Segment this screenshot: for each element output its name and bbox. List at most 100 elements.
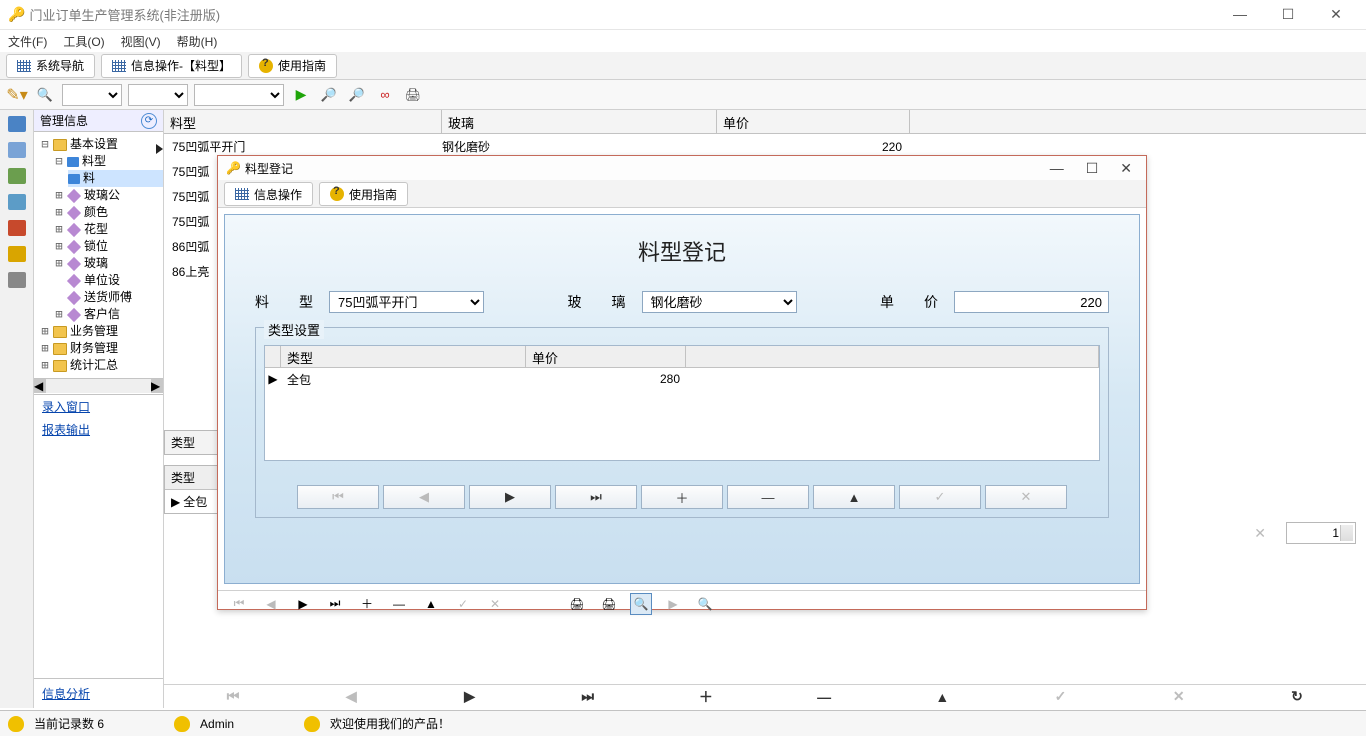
close-icon[interactable]: ✕	[1324, 6, 1348, 23]
run-icon[interactable]: ▶	[290, 84, 312, 106]
filter-select-3[interactable]	[194, 84, 284, 106]
tree-root[interactable]: ⊟基本设置	[40, 136, 163, 153]
foot-edit-icon[interactable]: ▲	[420, 593, 442, 615]
col-price[interactable]: 单价	[717, 110, 910, 133]
tree-item[interactable]: ⊞客户信	[54, 306, 163, 323]
menu-view[interactable]: 视图(V)	[121, 33, 161, 50]
strip-icon-2[interactable]	[8, 142, 26, 158]
tab-info-op[interactable]: 信息操作-【料型】	[101, 54, 242, 78]
menu-help[interactable]: 帮助(H)	[177, 33, 218, 50]
col-type[interactable]: 料型	[164, 110, 442, 133]
nav-last-icon[interactable]: ⏭	[529, 688, 647, 705]
nav-cancel[interactable]: ✕	[985, 485, 1067, 509]
select-type[interactable]: 75凹弧平开门	[329, 291, 484, 313]
tree-branch[interactable]: ⊞统计汇总	[40, 357, 163, 374]
foot-search2-icon[interactable]: 🔍	[694, 593, 716, 615]
menu-file[interactable]: 文件(F)	[8, 33, 47, 50]
foot-last-icon[interactable]: ⏭	[324, 593, 346, 615]
nav-play[interactable]: ▶	[469, 485, 551, 509]
foot-print-icon[interactable]: 🖨	[566, 593, 588, 615]
menu-tools[interactable]: 工具(O)	[63, 33, 104, 50]
link-icon[interactable]: ∞	[374, 84, 396, 106]
print-icon[interactable]: 🖨	[402, 84, 424, 106]
nav-refresh-icon[interactable]: ↻	[1238, 688, 1356, 705]
tab-help[interactable]: 使用指南	[248, 54, 337, 78]
sub-tab[interactable]: 类型	[164, 430, 222, 455]
foot-cancel-icon[interactable]: ✕	[484, 593, 506, 615]
foot-prev-icon[interactable]: ◀	[260, 593, 282, 615]
dialog-maximize-icon[interactable]: ☐	[1086, 160, 1099, 177]
grid-icon	[112, 60, 126, 72]
edit-icon[interactable]: ✎▾	[6, 84, 28, 106]
dialog-tab-help[interactable]: 使用指南	[319, 182, 408, 206]
select-glass[interactable]: 钢化磨砂	[642, 291, 797, 313]
input-price[interactable]	[954, 291, 1109, 313]
tree-scroll[interactable]: ◀▶	[34, 378, 163, 394]
link-entry-window[interactable]: 录入窗口	[34, 395, 163, 418]
dialog-minimize-icon[interactable]: —	[1050, 160, 1064, 177]
link-report[interactable]: 报表输出	[34, 418, 163, 441]
foot-first-icon[interactable]: ⏮	[228, 593, 250, 615]
foot-add-icon[interactable]: ＋	[356, 593, 378, 615]
nav-remove[interactable]: —	[727, 485, 809, 509]
inner-col-price[interactable]: 单价	[526, 346, 686, 367]
find-cancel-icon[interactable]: 🔎	[346, 84, 368, 106]
tree-item[interactable]: ⊞锁位	[54, 238, 163, 255]
nav-add[interactable]: ＋	[641, 485, 723, 509]
nav-last[interactable]: ⏭	[555, 485, 637, 509]
foot-print2-icon[interactable]: 🖨	[598, 593, 620, 615]
foot-remove-icon[interactable]: —	[388, 593, 410, 615]
tree-item[interactable]: ⊞玻璃	[54, 255, 163, 272]
nav-cancel-icon[interactable]: ✕	[1120, 688, 1238, 705]
inner-table: 类型 单价 ▶ 全包 280	[264, 345, 1100, 461]
strip-icon-1[interactable]	[8, 116, 26, 132]
strip-icon-4[interactable]	[8, 194, 26, 210]
page-corner: ✕ 1	[1254, 522, 1356, 544]
foot-search-icon[interactable]: 🔍	[630, 593, 652, 615]
filter-select-2[interactable]	[128, 84, 188, 106]
col-glass[interactable]: 玻璃	[442, 110, 717, 133]
nav-up-icon[interactable]: ▲	[883, 689, 1001, 705]
tree-item[interactable]: ⊞颜色	[54, 204, 163, 221]
foot-next-icon[interactable]: ▶	[292, 593, 314, 615]
strip-icon-6[interactable]	[8, 246, 26, 262]
minimize-icon[interactable]: —	[1228, 6, 1252, 23]
nav-prev[interactable]: ◀	[383, 485, 465, 509]
nav-prev-icon[interactable]: ◀	[292, 688, 410, 705]
nav-remove-icon[interactable]: —	[765, 689, 883, 705]
maximize-icon[interactable]: ☐	[1276, 6, 1300, 23]
inner-col-type[interactable]: 类型	[281, 346, 526, 367]
link-analysis[interactable]: 信息分析	[34, 678, 163, 708]
tree-item[interactable]: ⊟料型	[54, 153, 163, 170]
find-person-icon[interactable]: 🔎	[318, 84, 340, 106]
tree-item[interactable]: 送货师傅	[54, 289, 163, 306]
foot-play2-icon[interactable]: ▶	[662, 593, 684, 615]
nav-next-icon[interactable]: ▶	[410, 688, 528, 705]
page-number[interactable]: 1	[1286, 522, 1356, 544]
dialog-titlebar[interactable]: 🔑 料型登记 — ☐ ✕	[218, 156, 1146, 180]
dialog-tab-info[interactable]: 信息操作	[224, 182, 313, 206]
tree-item[interactable]: ⊞花型	[54, 221, 163, 238]
strip-icon-5[interactable]	[8, 220, 26, 236]
tree-item[interactable]: ⊞玻璃公	[54, 187, 163, 204]
nav-check-icon[interactable]: ✓	[1001, 688, 1119, 705]
foot-ok-icon[interactable]: ✓	[452, 593, 474, 615]
nav-confirm[interactable]: ✓	[899, 485, 981, 509]
inner-table-row[interactable]: ▶ 全包 280	[265, 368, 1099, 390]
refresh-icon[interactable]: ⟳	[141, 113, 157, 129]
sub-row[interactable]: ▶全包	[165, 490, 221, 513]
nav-first[interactable]: ⏮	[297, 485, 379, 509]
nav-up[interactable]: ▲	[813, 485, 895, 509]
strip-icon-3[interactable]	[8, 168, 26, 184]
tab-system-nav[interactable]: 系统导航	[6, 54, 95, 78]
strip-icon-7[interactable]	[8, 272, 26, 288]
tree-item[interactable]: 单位设	[54, 272, 163, 289]
search-icon[interactable]: 🔍	[34, 84, 56, 106]
nav-first-icon[interactable]: ⏮	[174, 688, 292, 705]
tree-branch[interactable]: ⊞财务管理	[40, 340, 163, 357]
dialog-close-icon[interactable]: ✕	[1120, 160, 1132, 177]
filter-select-1[interactable]	[62, 84, 122, 106]
tree-branch[interactable]: ⊞业务管理	[40, 323, 163, 340]
tree-item-selected[interactable]: 料	[68, 170, 163, 187]
nav-add-icon[interactable]: ＋	[647, 687, 765, 707]
